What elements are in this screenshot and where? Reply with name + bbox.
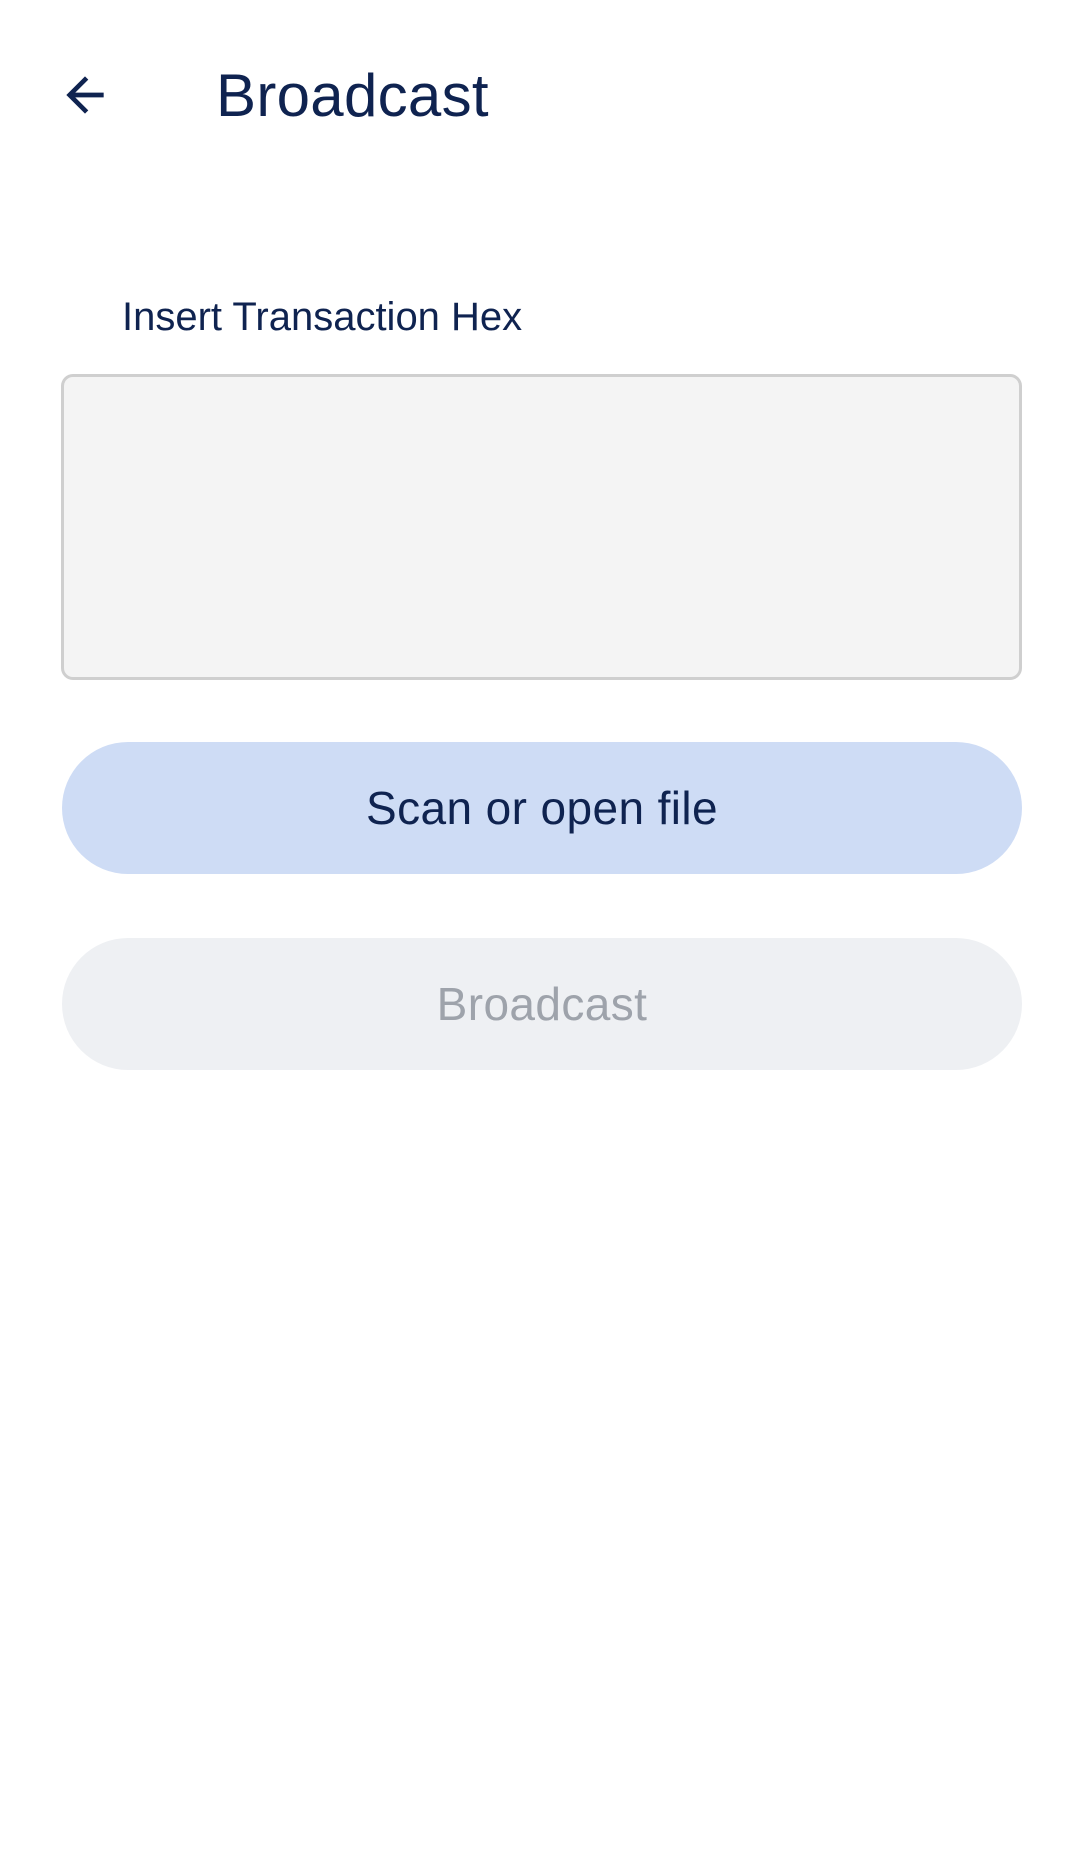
- page-title: Broadcast: [216, 62, 489, 129]
- arrow-left-icon: [57, 67, 113, 123]
- transaction-hex-input[interactable]: [61, 374, 1022, 680]
- app-bar: Broadcast: [0, 0, 1080, 190]
- scan-or-open-file-button[interactable]: Scan or open file: [62, 742, 1022, 874]
- transaction-hex-label: Insert Transaction Hex: [122, 295, 523, 339]
- broadcast-button[interactable]: Broadcast: [62, 938, 1022, 1070]
- back-button[interactable]: [40, 50, 130, 140]
